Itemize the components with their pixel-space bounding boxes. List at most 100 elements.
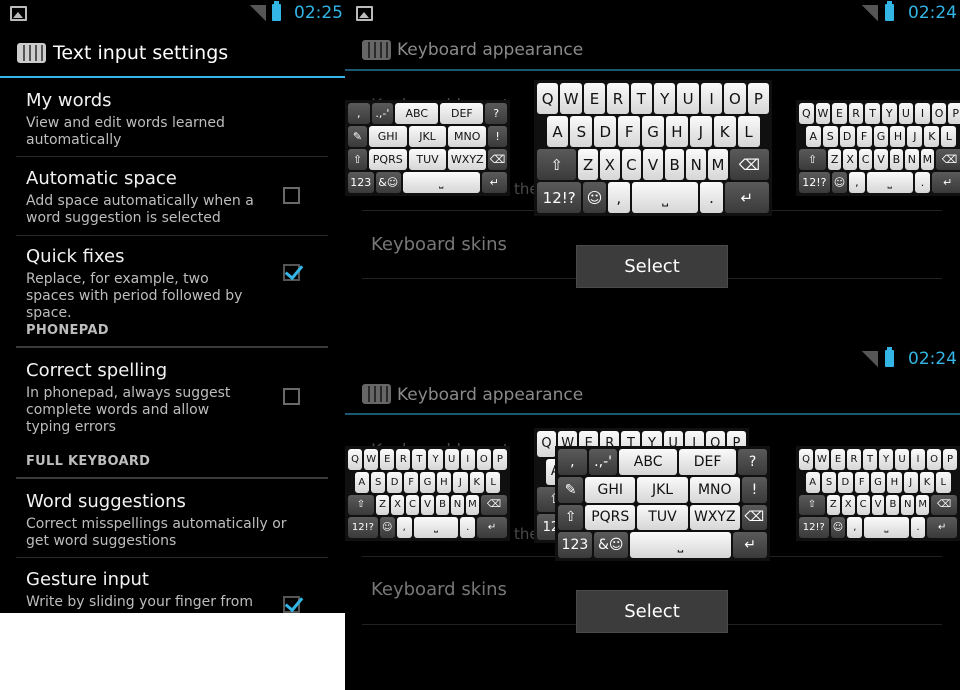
key[interactable]: ⎵: [413, 517, 459, 538]
key[interactable]: DEF: [678, 449, 737, 475]
keyboard-preview-phonepad-center[interactable]: , .,-' ABC DEF? ✎ GHI JKL MNO! ⇧ PQRS TUV WXYZ ⌫ 123 &…: [555, 446, 770, 561]
key[interactable]: W: [815, 449, 829, 470]
key[interactable]: B: [436, 494, 449, 516]
quick-fixes-checkbox[interactable]: [283, 264, 300, 281]
key[interactable]: ⎵: [864, 517, 909, 538]
key[interactable]: B: [664, 149, 685, 180]
key[interactable]: I: [460, 449, 475, 470]
key[interactable]: .,-': [371, 103, 394, 124]
key[interactable]: F: [403, 471, 419, 493]
key[interactable]: R: [848, 103, 864, 124]
key[interactable]: P: [747, 83, 770, 114]
key[interactable]: ↵: [932, 172, 960, 193]
key[interactable]: F: [856, 126, 872, 147]
key[interactable]: N: [686, 149, 707, 180]
key[interactable]: .: [460, 517, 476, 538]
key[interactable]: ⌫: [488, 149, 507, 170]
key[interactable]: B: [886, 494, 900, 516]
key[interactable]: .: [914, 172, 931, 193]
key[interactable]: G: [870, 471, 886, 493]
key[interactable]: J: [903, 471, 918, 493]
key[interactable]: Y: [881, 103, 897, 124]
key[interactable]: ☺: [830, 517, 846, 538]
pref-correct-spelling[interactable]: Correct spelling In phonepad, always sug…: [26, 360, 306, 436]
key[interactable]: Y: [879, 449, 893, 470]
key[interactable]: V: [874, 149, 888, 170]
key[interactable]: !: [488, 126, 507, 147]
key[interactable]: ☺: [831, 172, 848, 193]
key[interactable]: Q: [537, 431, 557, 457]
key[interactable]: C: [858, 149, 873, 170]
key[interactable]: ⌫: [729, 149, 770, 180]
key[interactable]: 123: [348, 172, 374, 193]
key[interactable]: U: [444, 449, 459, 470]
key[interactable]: L: [936, 471, 951, 493]
key[interactable]: T: [865, 103, 880, 124]
key[interactable]: MNO: [448, 126, 487, 147]
key[interactable]: PQRS: [368, 149, 407, 170]
key[interactable]: P: [948, 103, 960, 124]
key[interactable]: N: [451, 494, 464, 516]
key[interactable]: ,: [348, 103, 370, 124]
key[interactable]: A: [546, 116, 569, 147]
keyboard-preview-phonepad-left[interactable]: , .,-' ABC DEF? ✎ GHI JKL MNO! ⇧ PQRS TUV WXYZ ⌫ 123 &…: [345, 100, 510, 196]
key[interactable]: F: [618, 116, 641, 147]
key[interactable]: K: [713, 116, 736, 147]
key[interactable]: V: [421, 494, 434, 516]
key[interactable]: ↵: [733, 532, 767, 558]
key[interactable]: ,: [558, 449, 587, 475]
key[interactable]: M: [920, 149, 935, 170]
key[interactable]: D: [387, 471, 402, 493]
key[interactable]: S: [822, 126, 838, 147]
key[interactable]: V: [871, 494, 885, 516]
key[interactable]: ⎵: [403, 172, 480, 193]
key[interactable]: ⌫: [936, 149, 960, 170]
key[interactable]: K: [924, 126, 940, 147]
key[interactable]: GHI: [585, 476, 636, 503]
key[interactable]: JKL: [637, 476, 688, 503]
key[interactable]: TUV: [637, 504, 688, 531]
key[interactable]: W: [815, 103, 831, 124]
key[interactable]: 12!?: [537, 182, 582, 213]
key[interactable]: X: [599, 149, 620, 180]
key[interactable]: ⌫: [741, 504, 767, 531]
key[interactable]: H: [887, 471, 902, 493]
key[interactable]: M: [916, 494, 930, 516]
key[interactable]: C: [856, 494, 870, 516]
key[interactable]: ,: [607, 182, 630, 213]
key[interactable]: L: [941, 126, 957, 147]
key[interactable]: Q: [348, 449, 363, 470]
key[interactable]: ,: [847, 517, 863, 538]
key[interactable]: 123: [558, 532, 592, 558]
key[interactable]: T: [863, 449, 877, 470]
correct-spelling-checkbox[interactable]: [283, 388, 300, 405]
key[interactable]: D: [839, 126, 855, 147]
key[interactable]: ☺: [379, 517, 395, 538]
key[interactable]: ⌫: [481, 494, 507, 516]
automatic-space-checkbox[interactable]: [283, 187, 300, 204]
key[interactable]: U: [898, 103, 914, 124]
key[interactable]: R: [847, 449, 861, 470]
key[interactable]: W: [364, 449, 379, 470]
pref-my-words[interactable]: My words View and edit words learned aut…: [26, 90, 306, 149]
key[interactable]: ✎: [348, 126, 367, 147]
key[interactable]: P: [943, 449, 957, 470]
key[interactable]: L: [485, 471, 501, 493]
key[interactable]: ↵: [927, 517, 957, 538]
key[interactable]: F: [854, 471, 869, 493]
key[interactable]: E: [831, 449, 845, 470]
key[interactable]: X: [841, 494, 855, 516]
key[interactable]: Q: [799, 103, 814, 124]
key[interactable]: M: [466, 494, 479, 516]
key[interactable]: R: [396, 449, 411, 470]
key[interactable]: ⇧: [348, 149, 367, 170]
pref-quick-fixes[interactable]: Quick fixes Replace, for example, two sp…: [26, 246, 306, 322]
key[interactable]: MNO: [689, 476, 740, 503]
key[interactable]: Y: [654, 83, 676, 114]
keyboard-preview-qwerty-left[interactable]: Q W E R T Y U I O P A S D F G H J K L ⇧ Z X C V B N M ⌫ 12!? ☺, ⎵. ↵: [345, 446, 510, 541]
key[interactable]: A: [805, 471, 820, 493]
pref-word-suggestions[interactable]: Word suggestions Correct misspellings au…: [26, 491, 306, 550]
key[interactable]: W: [560, 83, 582, 114]
key[interactable]: P: [492, 449, 507, 470]
key[interactable]: ↵: [477, 517, 508, 538]
